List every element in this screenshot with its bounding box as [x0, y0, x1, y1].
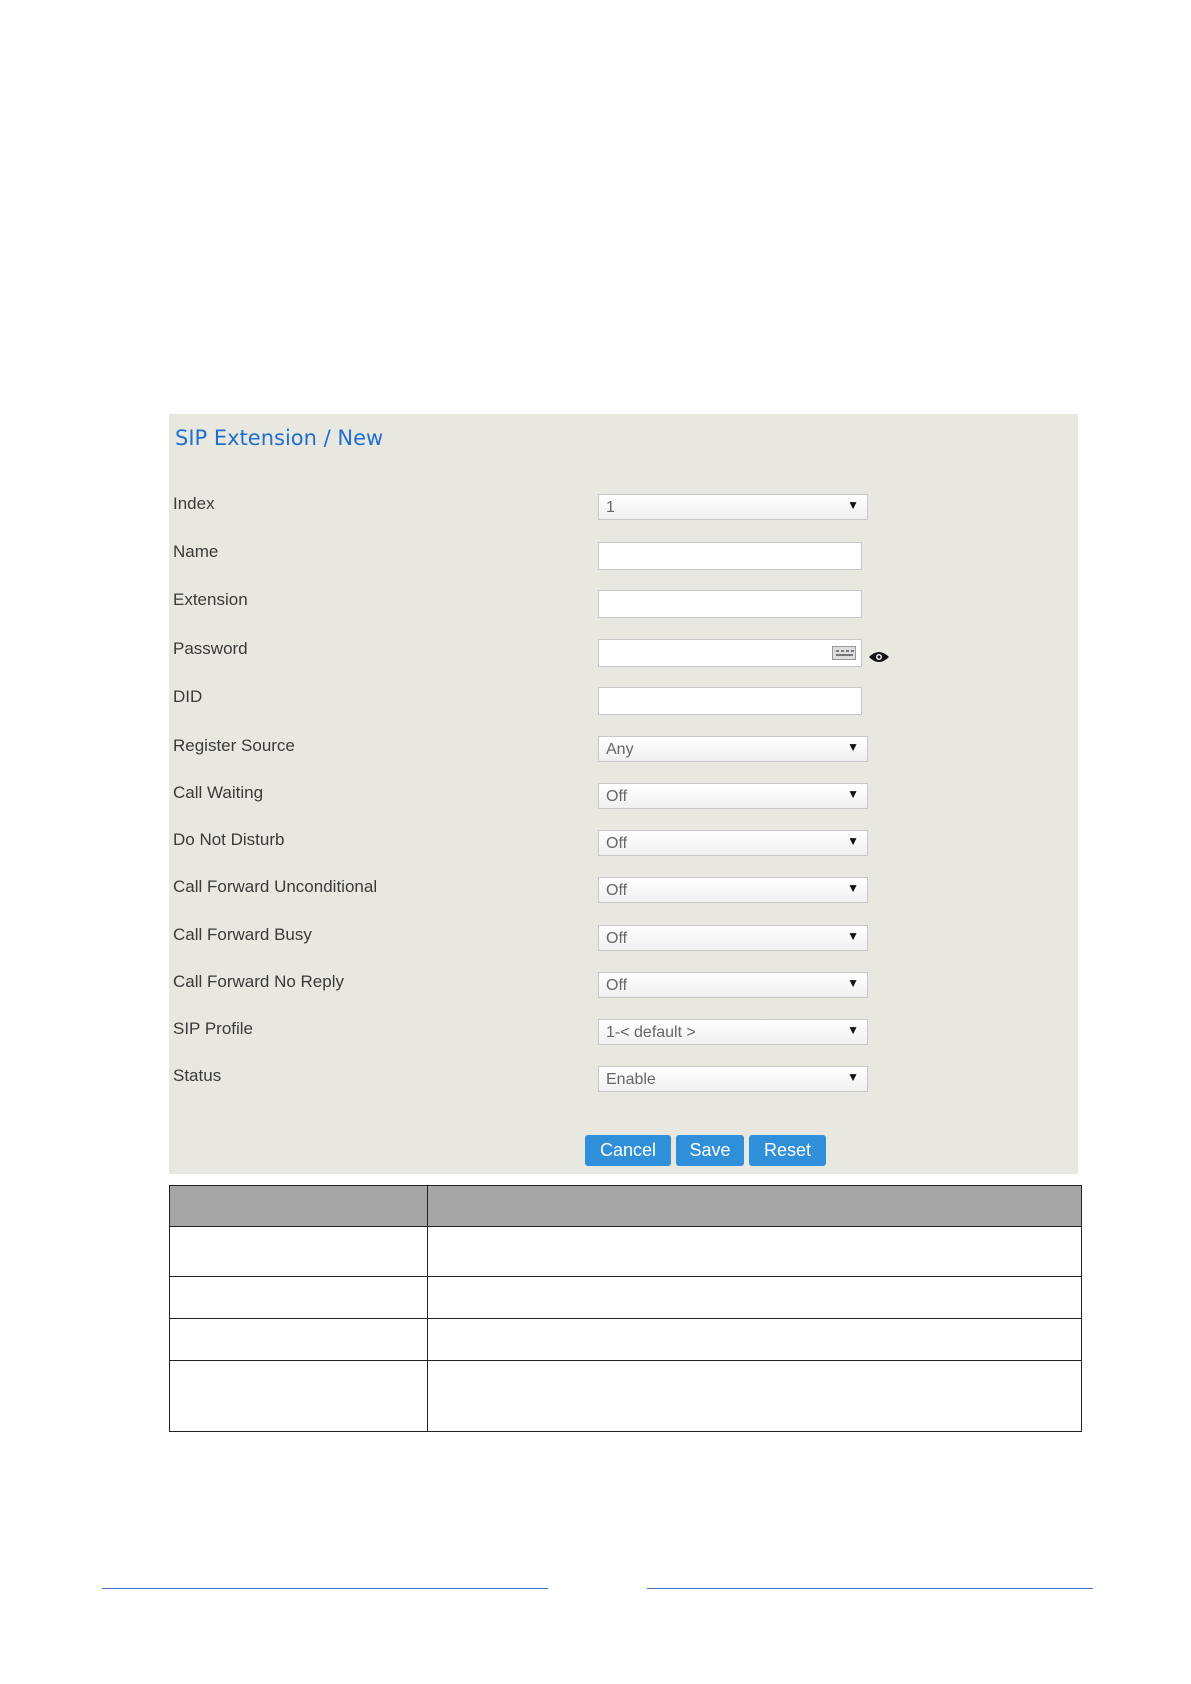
chevron-down-icon: ▼: [847, 498, 859, 512]
chevron-down-icon: ▼: [847, 976, 859, 990]
status-value: Enable: [606, 1071, 656, 1088]
table-cell: [427, 1226, 1082, 1277]
status-select[interactable]: Enable ▼: [598, 1066, 868, 1092]
table-cell: [427, 1360, 1082, 1432]
chevron-down-icon: ▼: [847, 787, 859, 801]
table-cell: [169, 1276, 428, 1319]
chevron-down-icon: ▼: [847, 1023, 859, 1037]
save-button[interactable]: Save: [676, 1135, 744, 1166]
do-not-disturb-value: Off: [606, 835, 628, 852]
index-select[interactable]: 1 ▼: [598, 494, 868, 520]
register-source-select[interactable]: Any ▼: [598, 736, 868, 762]
table-header-cell: [169, 1185, 428, 1227]
reset-button[interactable]: Reset: [749, 1135, 826, 1166]
table-row: [169, 1360, 1082, 1432]
name-label: Name: [173, 542, 219, 561]
chevron-down-icon: ▼: [847, 740, 859, 754]
password-field[interactable]: [598, 639, 862, 667]
table-row: [169, 1226, 1082, 1277]
sip-profile-value: 1-< default >: [606, 1024, 696, 1041]
table-row: [169, 1276, 1082, 1319]
extension-label: Extension: [173, 590, 248, 609]
table-header-row: [169, 1185, 1082, 1227]
call-forward-unconditional-value: Off: [606, 882, 628, 899]
chevron-down-icon: ▼: [847, 834, 859, 848]
name-input[interactable]: [598, 542, 862, 570]
call-forward-no-reply-label: Call Forward No Reply: [173, 972, 344, 991]
chevron-down-icon: ▼: [847, 1070, 859, 1084]
call-waiting-value: Off: [606, 788, 628, 805]
call-forward-unconditional-select[interactable]: Off ▼: [598, 877, 868, 903]
sip-profile-select[interactable]: 1-< default > ▼: [598, 1019, 868, 1045]
register-source-label: Register Source: [173, 736, 295, 755]
chevron-down-icon: ▼: [847, 881, 859, 895]
parameter-description-table: [169, 1185, 1082, 1432]
index-label: Index: [173, 494, 215, 513]
footer-rule-right: [647, 1588, 1093, 1589]
table-cell: [427, 1276, 1082, 1319]
call-forward-no-reply-select[interactable]: Off ▼: [598, 972, 868, 998]
table-cell: [427, 1318, 1082, 1361]
call-forward-unconditional-label: Call Forward Unconditional: [173, 877, 378, 896]
footer-rule-left: [102, 1588, 548, 1589]
table-row: [169, 1318, 1082, 1361]
table-header-cell: [427, 1185, 1082, 1227]
table-cell: [169, 1318, 428, 1361]
password-label: Password: [173, 639, 248, 658]
page-title: SIP Extension / New: [175, 426, 384, 450]
call-forward-busy-value: Off: [606, 930, 628, 947]
do-not-disturb-select[interactable]: Off ▼: [598, 830, 868, 856]
chevron-down-icon: ▼: [847, 929, 859, 943]
did-label: DID: [173, 687, 203, 706]
table-cell: [169, 1226, 428, 1277]
table-cell: [169, 1360, 428, 1432]
eye-icon[interactable]: [868, 650, 890, 664]
sip-profile-label: SIP Profile: [173, 1019, 254, 1038]
index-value: 1: [606, 499, 615, 516]
cancel-button[interactable]: Cancel: [585, 1135, 671, 1166]
call-waiting-select[interactable]: Off ▼: [598, 783, 868, 809]
call-forward-busy-label: Call Forward Busy: [173, 925, 312, 944]
do-not-disturb-label: Do Not Disturb: [173, 830, 285, 849]
did-input[interactable]: [598, 687, 862, 715]
call-waiting-label: Call Waiting: [173, 783, 264, 802]
status-label: Status: [173, 1066, 222, 1085]
extension-input[interactable]: [598, 590, 862, 618]
keyboard-icon[interactable]: [832, 646, 856, 660]
sip-extension-form-panel: SIP Extension / New Index 1 ▼ Name Exten…: [169, 414, 1078, 1174]
call-forward-no-reply-value: Off: [606, 977, 628, 994]
call-forward-busy-select[interactable]: Off ▼: [598, 925, 868, 951]
register-source-value: Any: [606, 741, 634, 758]
